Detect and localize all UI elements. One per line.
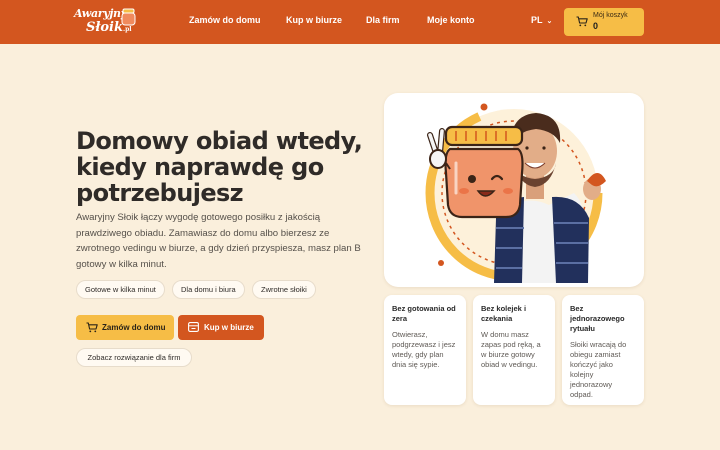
hero-headline: Domowy obiad wtedy, kiedy naprawdę go po… (76, 127, 363, 207)
cart-button[interactable]: Mój koszyk 0 (564, 8, 644, 36)
hero-image-card (384, 93, 644, 287)
mascot-illustration (425, 103, 606, 283)
jar-icon (121, 8, 136, 26)
chevron-down-icon: ⌄ (546, 18, 553, 25)
buy-office-button[interactable]: Kup w biurze (178, 315, 264, 340)
feature-card-no-queues: Bez kolejek i czekania W domu masz zapas… (473, 295, 555, 405)
cart-label: Mój koszyk (593, 12, 628, 19)
vending-machine-icon (188, 322, 199, 332)
feature-card-text: W domu masz zapas pod ręką, a w biurze g… (481, 330, 541, 369)
order-home-button[interactable]: Zamów do domu (76, 315, 174, 340)
feature-card-no-disposable: Bez jednorazowego rytuału Słoiki wracają… (562, 295, 644, 405)
feature-chip-ready: Gotowe w kilka minut (76, 280, 165, 299)
feature-card-title: Bez jednorazowego rytuału (570, 304, 625, 333)
order-home-button-label: Zamów do domu (102, 323, 166, 332)
cart-icon (576, 16, 588, 27)
language-switcher[interactable]: PL ⌄ (531, 15, 552, 25)
logo-wordmark-suffix: .pl (123, 26, 132, 33)
nav-buy-office[interactable]: Kup w biurze (286, 15, 342, 25)
nav-for-companies[interactable]: Dla firm (366, 15, 400, 25)
feature-card-text: Otwierasz, podgrzewasz i jesz wtedy, gdy… (392, 330, 456, 369)
feature-card-no-cooking: Bez gotowania od zera Otwierasz, podgrze… (384, 295, 466, 405)
feature-chip-returnable: Zwrotne słoiki (252, 280, 316, 299)
cart-icon (86, 322, 98, 333)
nav-order-home[interactable]: Zamów do domu (189, 15, 261, 25)
companies-solution-button[interactable]: Zobacz rozwiązanie dla firm (76, 348, 192, 367)
feature-card-text: Słoiki wracają do obiegu zamiast kończyć… (570, 340, 627, 399)
feature-chip-home-office: Dla domu i biura (172, 280, 245, 299)
feature-card-title: Bez kolejek i czekania (481, 304, 527, 323)
feature-card-title: Bez gotowania od zera (392, 304, 456, 323)
hero-lead: Awaryjny Słoik łączy wygodę gotowego pos… (76, 212, 361, 270)
brand-logo[interactable]: Awaryjny Słoik.pl (74, 6, 138, 38)
top-header: Awaryjny Słoik.pl Zamów do domu Kup w bi… (0, 0, 720, 44)
logo-wordmark-line1: Awaryjny (74, 7, 127, 20)
cart-count: 0 (593, 21, 599, 31)
logo-wordmark-text: Słoik (86, 20, 124, 35)
language-label: PL (531, 15, 543, 25)
buy-office-button-label: Kup w biurze (204, 323, 254, 332)
nav-my-account[interactable]: Moje konto (427, 15, 475, 25)
